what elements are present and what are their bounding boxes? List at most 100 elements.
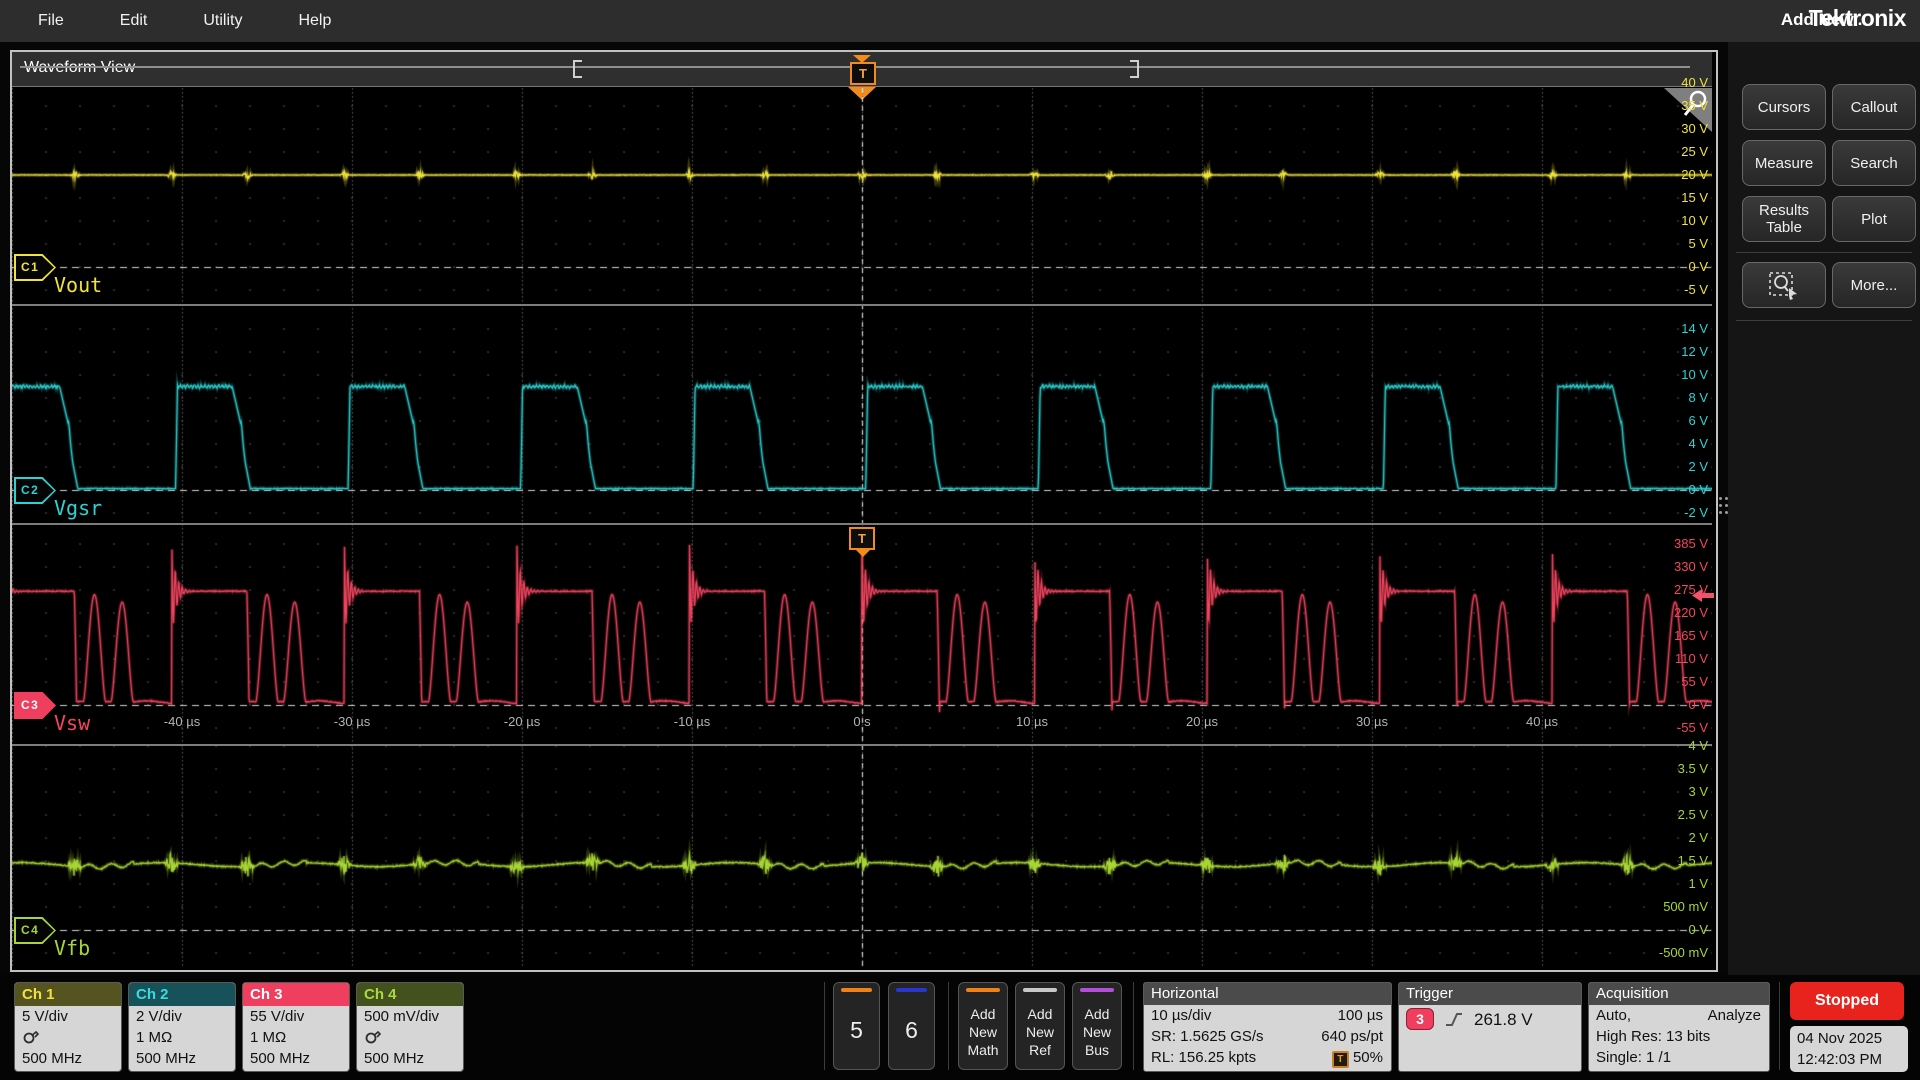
- ch3-header: Ch 3: [243, 983, 349, 1006]
- trigger-panel[interactable]: Trigger 3 261.8 V: [1398, 982, 1582, 1072]
- more-button[interactable]: More...: [1832, 262, 1916, 308]
- ch5-stripe: [841, 988, 872, 992]
- slice-divider: [12, 304, 1712, 306]
- bus-stripe: [1080, 988, 1114, 992]
- cursors-button[interactable]: Cursors: [1742, 84, 1826, 130]
- channel-name-c3: Vsw: [54, 711, 90, 735]
- time-text: 12:42:03 PM: [1797, 1049, 1908, 1070]
- trigger-position-icon: T: [1332, 1051, 1349, 1068]
- ch1-bandwidth: 500 MHz: [15, 1048, 121, 1069]
- trigger-title: Trigger: [1399, 983, 1581, 1005]
- ch4-bandwidth: 500 MHz: [357, 1048, 463, 1069]
- plot-button[interactable]: Plot: [1832, 196, 1916, 242]
- trigger-source-flag-tail: [856, 550, 870, 557]
- add-new-header: Add New...: [1728, 10, 1920, 30]
- ch2-bandwidth: 500 MHz: [129, 1048, 235, 1069]
- slice-divider: [12, 744, 1712, 746]
- ch2-scale: 2 V/div: [129, 1006, 235, 1027]
- oscilloscope-screen: File Edit Utility Help Tektronix Wavefor…: [0, 0, 1920, 1080]
- add-new-math-button[interactable]: Add New Math: [958, 982, 1008, 1070]
- waveform-view-title: Waveform View: [24, 59, 135, 77]
- ch6-stripe: [896, 988, 927, 992]
- ch3-scale: 55 V/div: [243, 1006, 349, 1027]
- trigger-position-flag[interactable]: T: [850, 62, 876, 85]
- add-new-ref-label: Add New Ref: [1016, 1005, 1064, 1059]
- ch3-bandwidth: 500 MHz: [243, 1048, 349, 1069]
- ch4-scale: 500 mV/div: [357, 1006, 463, 1027]
- ch4-header: Ch 4: [357, 983, 463, 1006]
- acquisition-mode: Auto,: [1596, 1005, 1631, 1026]
- ch4-coupling: [357, 1027, 463, 1048]
- ref-stripe: [1023, 988, 1057, 992]
- ch2-settings-badge[interactable]: Ch 2 2 V/div 1 MΩ 500 MHz: [128, 982, 236, 1072]
- datetime-display: 04 Nov 2025 12:42:03 PM: [1790, 1026, 1908, 1072]
- horizontal-timebase: 10 µs/div: [1151, 1005, 1211, 1026]
- horizontal-sample-interval: 640 ps/pt: [1321, 1026, 1383, 1047]
- channel-name-c4: Vfb: [54, 936, 90, 960]
- time-tick: 30 µs: [1327, 714, 1417, 729]
- menu-help[interactable]: Help: [298, 12, 331, 30]
- ch2-header: Ch 2: [129, 983, 235, 1006]
- time-tick: 0 s: [817, 714, 907, 729]
- slice-divider: [12, 523, 1712, 525]
- magnifier-icon: [1680, 90, 1710, 120]
- menu-edit[interactable]: Edit: [120, 12, 148, 30]
- acquisition-analyze: Analyze: [1708, 1005, 1761, 1026]
- ch3-settings-badge[interactable]: Ch 3 55 V/div 1 MΩ 500 MHz: [242, 982, 350, 1072]
- time-tick: -20 µs: [477, 714, 567, 729]
- ch1-header: Ch 1: [15, 983, 121, 1006]
- trigger-source-badge: 3: [1406, 1008, 1434, 1030]
- ch1-coupling: [15, 1027, 121, 1048]
- horizontal-title: Horizontal: [1144, 983, 1391, 1005]
- trigger-level-arrow[interactable]: [1692, 588, 1714, 603]
- zoom-select-button[interactable]: [1742, 262, 1826, 308]
- channel-name-c2: Vgsr: [54, 496, 102, 520]
- probe-icon: [22, 1029, 40, 1045]
- time-tick: -30 µs: [307, 714, 397, 729]
- time-tick: 10 µs: [987, 714, 1077, 729]
- add-new-bus-label: Add New Bus: [1073, 1005, 1121, 1059]
- divider: [948, 982, 949, 1070]
- horizontal-position: 50%: [1353, 1049, 1383, 1066]
- panel-divider: [1736, 252, 1912, 253]
- ch6-label: 6: [889, 1017, 934, 1044]
- search-button[interactable]: Search: [1832, 140, 1916, 186]
- menu-utility[interactable]: Utility: [203, 12, 242, 30]
- ch5-button[interactable]: 5: [833, 982, 880, 1070]
- ch5-label: 5: [834, 1017, 879, 1044]
- acquisition-resolution: High Res: 13 bits: [1596, 1026, 1710, 1047]
- horizontal-panel[interactable]: Horizontal 10 µs/div 100 µs SR: 1.5625 G…: [1143, 982, 1392, 1072]
- menu-file[interactable]: File: [38, 12, 64, 30]
- acquisition-single: Single: 1 /1: [1596, 1047, 1671, 1068]
- divider: [1133, 982, 1134, 1070]
- acquisition-title: Acquisition: [1589, 983, 1769, 1005]
- ch4-settings-badge[interactable]: Ch 4 500 mV/div 500 MHz: [356, 982, 464, 1072]
- callout-button[interactable]: Callout: [1832, 84, 1916, 130]
- horizontal-sample-rate: SR: 1.5625 GS/s: [1151, 1026, 1264, 1047]
- time-tick: 40 µs: [1497, 714, 1587, 729]
- math-stripe: [966, 988, 1000, 992]
- record-view-left-bracket[interactable]: [573, 60, 582, 78]
- trigger-source-flag-c3[interactable]: T: [849, 527, 875, 550]
- rising-edge-icon: [1444, 1011, 1464, 1027]
- ch1-settings-badge[interactable]: Ch 1 5 V/div 500 MHz: [14, 982, 122, 1072]
- ch3-impedance: 1 MΩ: [243, 1027, 349, 1048]
- zoom-select-icon: [1767, 270, 1801, 300]
- run-stop-indicator[interactable]: Stopped: [1790, 982, 1904, 1020]
- measure-button[interactable]: Measure: [1742, 140, 1826, 186]
- record-view-right-bracket[interactable]: [1130, 60, 1139, 78]
- channel-name-c1: Vout: [54, 273, 102, 297]
- add-new-bus-button[interactable]: Add New Bus: [1072, 982, 1122, 1070]
- divider: [1779, 982, 1780, 1070]
- add-new-ref-button[interactable]: Add New Ref: [1015, 982, 1065, 1070]
- results-table-button[interactable]: Results Table: [1742, 196, 1826, 242]
- settings-bar: Ch 1 5 V/div 500 MHz Ch 2 2 V/div 1 MΩ 5…: [0, 975, 1920, 1080]
- divider: [824, 982, 825, 1070]
- time-tick: 20 µs: [1157, 714, 1247, 729]
- time-tick: -10 µs: [647, 714, 737, 729]
- ch1-scale: 5 V/div: [15, 1006, 121, 1027]
- ch6-button[interactable]: 6: [888, 982, 935, 1070]
- horizontal-window: 100 µs: [1338, 1005, 1383, 1026]
- acquisition-panel[interactable]: Acquisition Auto, Analyze High Res: 13 b…: [1588, 982, 1770, 1072]
- ch2-impedance: 1 MΩ: [129, 1027, 235, 1048]
